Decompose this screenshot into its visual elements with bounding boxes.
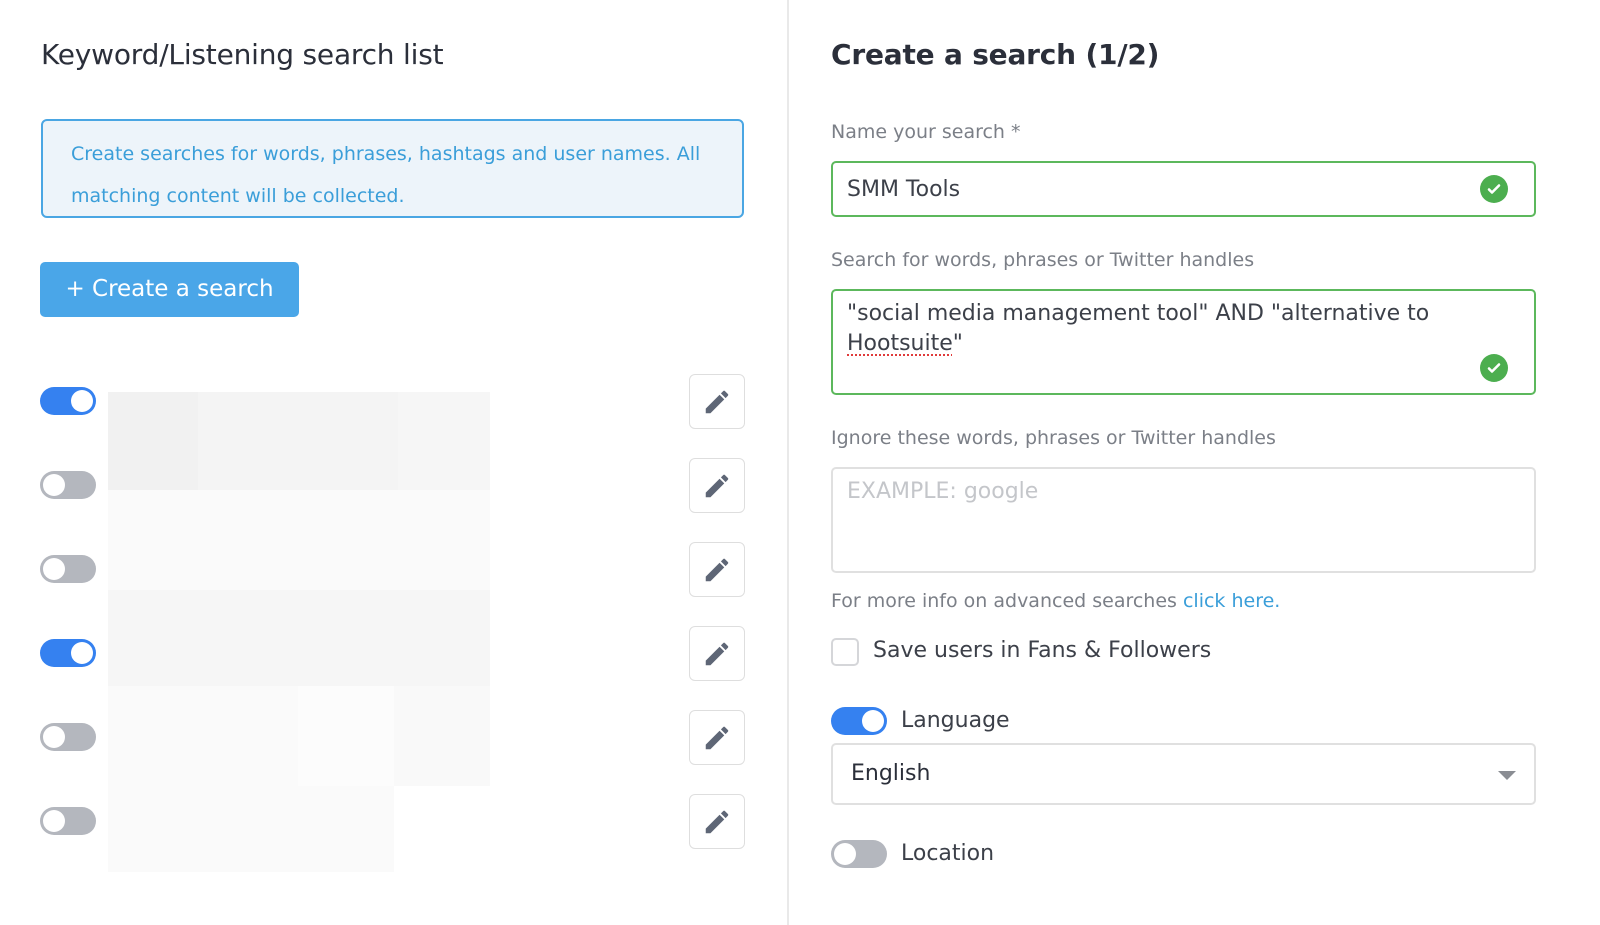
location-label: Location: [901, 841, 995, 866]
ignore-terms-placeholder: EXAMPLE: google: [847, 479, 1039, 504]
search-name-value: SMM Tools: [847, 177, 961, 202]
edit-search-button-3[interactable]: [689, 542, 745, 597]
info-text: Create searches for words, phrases, hash…: [71, 143, 701, 207]
toggle-knob: [834, 843, 856, 865]
language-toggle[interactable]: [831, 707, 887, 735]
valid-check-icon: [1480, 354, 1508, 382]
toggle-knob: [71, 642, 93, 664]
misspelled-word: Hootsuite: [847, 331, 953, 356]
name-label: Name your search *: [831, 121, 1021, 143]
search-toggle-2[interactable]: [40, 471, 96, 499]
help-text: For more info on advanced searches: [831, 590, 1183, 612]
search-toggle-5[interactable]: [40, 723, 96, 751]
search-terms-textarea[interactable]: "social media management tool" AND "alte…: [831, 289, 1536, 395]
search-terms-value: "social media management tool" AND "alte…: [847, 299, 1487, 359]
panel-divider: [787, 0, 789, 925]
valid-check-icon: [1480, 175, 1508, 203]
toggle-knob: [71, 390, 93, 412]
create-search-title: Create a search (1/2): [831, 38, 1160, 71]
pencil-icon: [705, 474, 729, 497]
advanced-search-help: For more info on advanced searches click…: [831, 590, 1280, 612]
pencil-icon: [705, 810, 729, 833]
location-toggle[interactable]: [831, 840, 887, 868]
save-users-label: Save users in Fans & Followers: [873, 638, 1212, 663]
edit-search-button-6[interactable]: [689, 794, 745, 849]
search-name-input[interactable]: SMM Tools: [831, 161, 1536, 217]
info-banner: Create searches for words, phrases, hash…: [41, 119, 744, 218]
search-toggle-3[interactable]: [40, 555, 96, 583]
toggle-knob: [43, 810, 65, 832]
ignore-terms-label: Ignore these words, phrases or Twitter h…: [831, 427, 1276, 449]
redacted-search-names: [108, 392, 490, 872]
toggle-knob: [43, 558, 65, 580]
search-toggle-1[interactable]: [40, 387, 96, 415]
edit-search-button-2[interactable]: [689, 458, 745, 513]
language-value: English: [851, 761, 931, 786]
search-list-title: Keyword/Listening search list: [41, 38, 444, 71]
pencil-icon: [705, 558, 729, 581]
toggle-knob: [862, 710, 884, 732]
pencil-icon: [705, 642, 729, 665]
ignore-terms-textarea[interactable]: EXAMPLE: google: [831, 467, 1536, 573]
search-terms-label: Search for words, phrases or Twitter han…: [831, 249, 1255, 271]
language-label: Language: [901, 708, 1010, 733]
create-search-button[interactable]: + Create a search: [40, 262, 299, 317]
advanced-search-link[interactable]: click here.: [1183, 590, 1280, 612]
save-users-checkbox[interactable]: [831, 638, 859, 666]
toggle-knob: [43, 474, 65, 496]
edit-search-button-5[interactable]: [689, 710, 745, 765]
search-toggle-6[interactable]: [40, 807, 96, 835]
search-toggle-4[interactable]: [40, 639, 96, 667]
pencil-icon: [705, 726, 729, 749]
toggle-knob: [43, 726, 65, 748]
language-select[interactable]: English: [831, 743, 1536, 805]
search-terms-line1: "social media management tool" AND "alte…: [847, 301, 1430, 326]
chevron-down-icon: [1498, 771, 1516, 780]
edit-search-button-1[interactable]: [689, 374, 745, 429]
search-terms-end: ": [952, 331, 963, 356]
edit-search-button-4[interactable]: [689, 626, 745, 681]
pencil-icon: [705, 390, 729, 413]
